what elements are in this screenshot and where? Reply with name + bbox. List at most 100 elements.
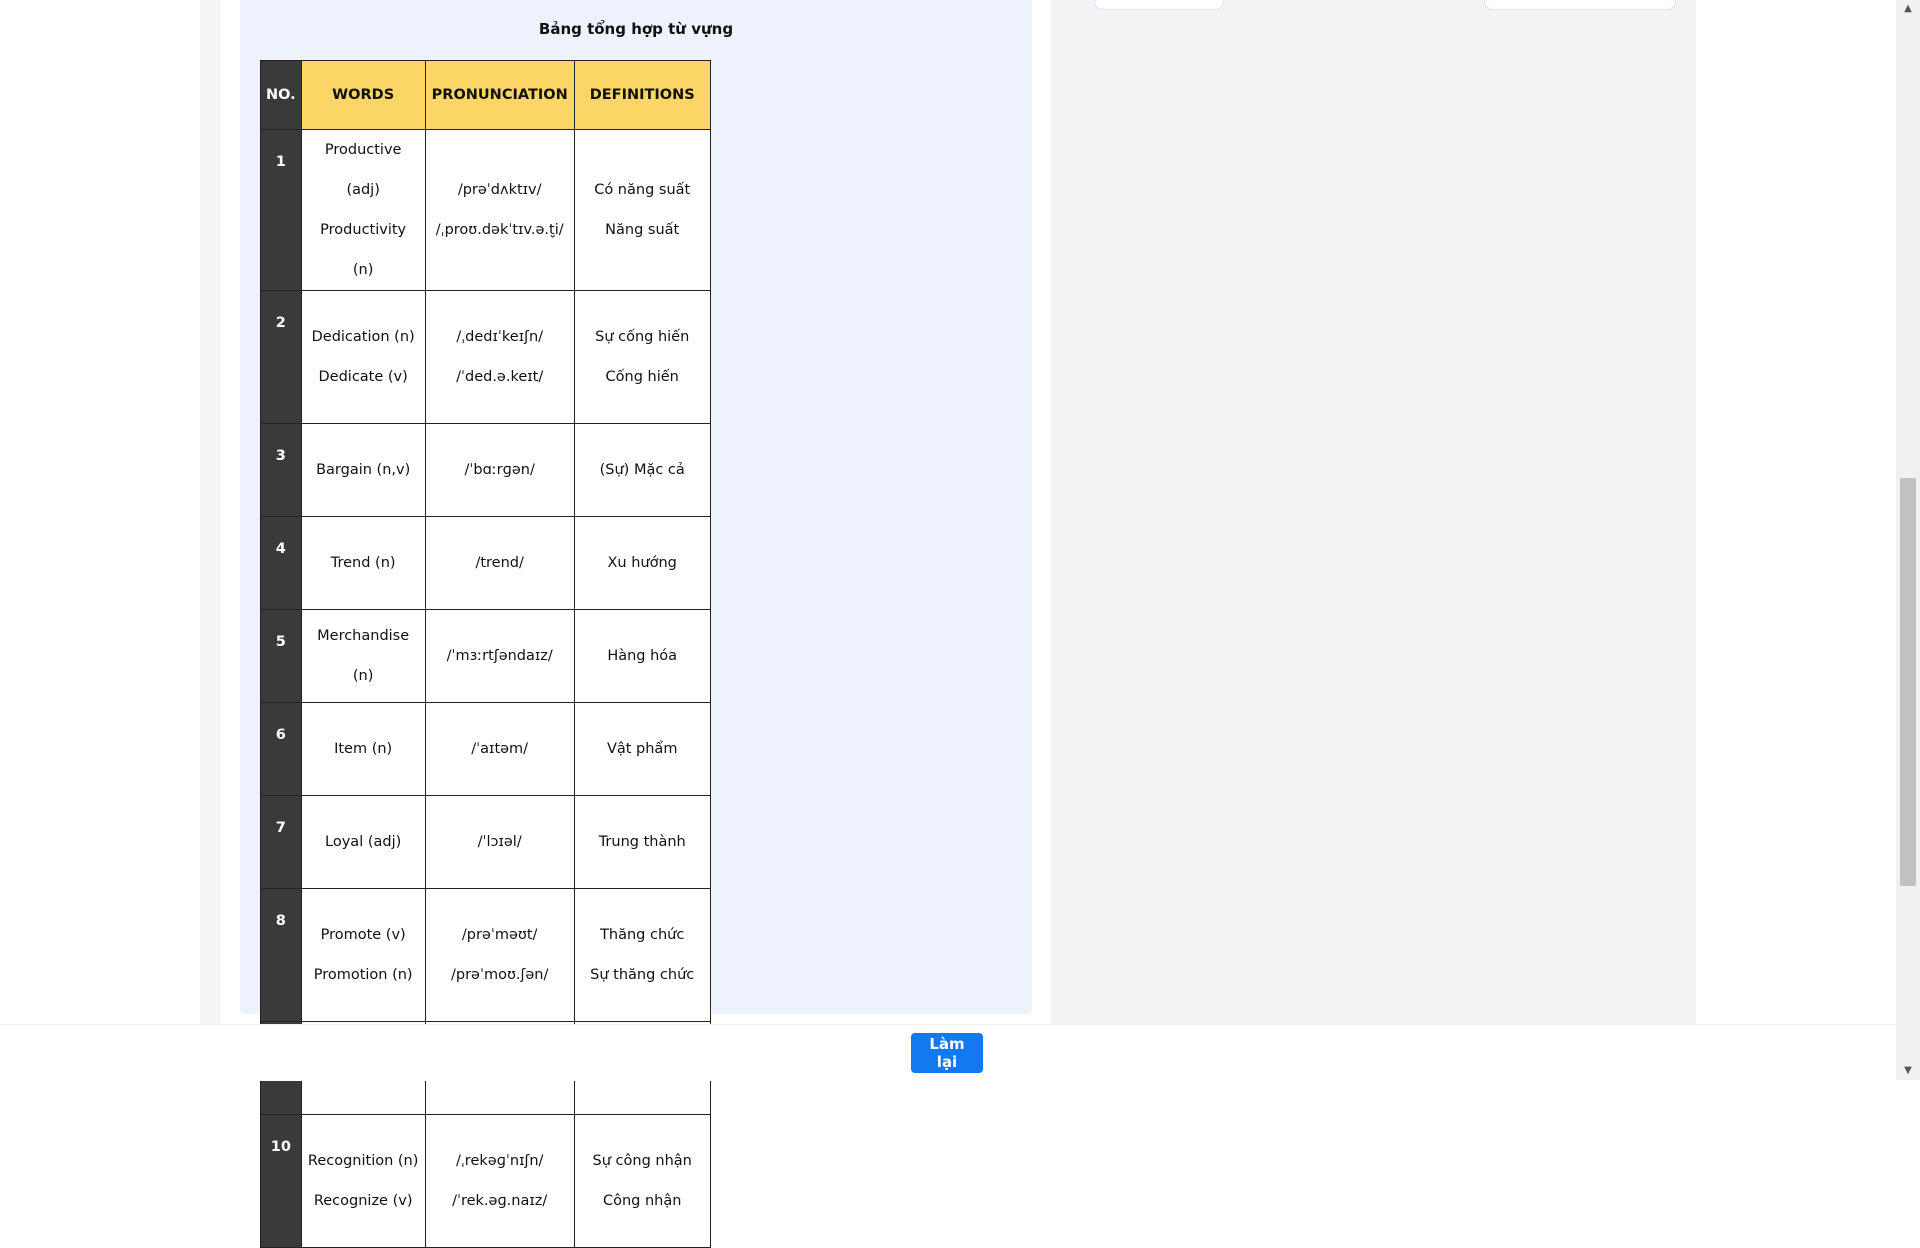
table-row: 3 Bargain (n,v) /ˈbɑːrɡən/ (Sự) Mặc cả — [260, 423, 711, 517]
definition-text: Có năng suất — [594, 182, 691, 198]
pronunciation-text: /ˈded.ə.keɪt/ — [456, 369, 544, 385]
definition-text: (Sự) Mặc cả — [599, 462, 685, 478]
word-text: Trend (n) — [330, 555, 396, 571]
definition-text: Công nhận — [602, 1193, 682, 1209]
word-text: Recognize (v) — [313, 1193, 413, 1209]
word-text: Productive (adj) — [324, 142, 402, 198]
word-text: Dedicate (v) — [318, 369, 408, 385]
pronunciation-text: /ˌproʊ.dəkˈtɪv.ə.t̬i/ — [435, 222, 564, 238]
definition-cell: Vật phẩm — [573, 702, 711, 796]
row-number: 8 — [260, 888, 302, 1022]
definition-cell: Sự công nhận Công nhận — [573, 1114, 711, 1248]
word-cell: Productive (adj) Productivity (n) — [300, 129, 426, 291]
bottom-action-bar: Làm lại — [0, 1024, 1896, 1081]
scroll-thumb[interactable] — [1900, 478, 1916, 886]
pronunciation-cell: /ˈbɑːrɡən/ — [424, 423, 575, 517]
pronunciation-cell: /ˈlɔɪəl/ — [424, 795, 575, 889]
table-title: Bảng tổng hợp từ vựng — [538, 20, 734, 38]
pronunciation-cell: /trend/ — [424, 516, 575, 610]
triangle-down-icon[interactable]: ▼ — [1896, 1062, 1920, 1080]
definition-text: Vật phẩm — [606, 741, 678, 757]
word-text: Merchandise (n) — [317, 628, 410, 684]
definition-cell: Hàng hóa — [573, 609, 711, 703]
pronunciation-cell: /prəˈməʊt/ /prəˈmoʊ.ʃən/ — [424, 888, 575, 1022]
definition-text: Sự công nhận — [592, 1153, 692, 1169]
table-row: 6 Item (n) /ˈaɪtəm/Vật phẩm — [260, 702, 711, 796]
table-header-row: NO. WORDS PRONUNCIATION DEFINITIONS — [260, 60, 711, 130]
table-row: 4 Trend (n) /trend/Xu hướng — [260, 516, 711, 610]
pronunciation-cell: /prəˈdʌktɪv/ /ˌproʊ.dəkˈtɪv.ə.t̬i/ — [424, 129, 575, 291]
definition-cell: Xu hướng — [573, 516, 711, 610]
word-text: Promote (v) — [320, 927, 406, 943]
word-text: Loyal (adj) — [325, 834, 402, 850]
word-text: Productivity (n) — [320, 222, 407, 278]
header-no: NO. — [260, 60, 302, 130]
vocabulary-panel: Bảng tổng hợp từ vựng NO. WORDS PRONUNCI… — [240, 0, 1032, 1248]
row-number: 7 — [260, 795, 302, 889]
word-cell: Bargain (n,v) — [300, 423, 426, 517]
pronunciation-cell: /ˌdedɪˈkeɪʃn/ /ˈded.ə.keɪt/ — [424, 290, 575, 424]
pronunciation-text: /ˈbɑːrɡən/ — [464, 462, 535, 478]
definition-text: Hàng hóa — [607, 648, 678, 664]
table-row: 7 Loyal (adj) /ˈlɔɪəl/Trung thành — [260, 795, 711, 889]
page-shell: Bảng tổng hợp từ vựng NO. WORDS PRONUNCI… — [200, 0, 1696, 1248]
definition-cell: Trung thành — [573, 795, 711, 889]
definition-text: Thăng chức — [600, 927, 685, 943]
table-row: 5 Merchandise (n) /ˈmɜːrtʃəndaɪz/Hàng hóa — [260, 609, 711, 703]
row-number: 3 — [260, 423, 302, 517]
triangle-up-icon[interactable]: ▲ — [1896, 0, 1920, 18]
definition-cell: Sự cống hiến Cống hiến — [573, 290, 711, 424]
definition-text: Sự cống hiến — [595, 329, 690, 345]
row-number: 1 — [260, 129, 302, 291]
pronunciation-text: /trend/ — [475, 555, 524, 571]
word-cell: Merchandise (n) — [300, 609, 426, 703]
pronunciation-cell: /ˈaɪtəm/ — [424, 702, 575, 796]
row-number: 10 — [260, 1114, 302, 1248]
side-pill-left[interactable] — [1094, 0, 1224, 10]
header-pronunciation: PRONUNCIATION — [424, 60, 575, 130]
scrollbar[interactable]: ▲ ▼ — [1896, 0, 1920, 1080]
word-cell: Dedication (n) Dedicate (v) — [300, 290, 426, 424]
content-column: Bảng tổng hợp từ vựng NO. WORDS PRONUNCI… — [221, 0, 1051, 1248]
definition-cell: (Sự) Mặc cả — [573, 423, 711, 517]
definition-text: Năng suất — [605, 222, 680, 238]
table-row: 1 Productive (adj) Productivity (n) /prəˈdʌ… — [260, 129, 711, 291]
table-row: 10 Recognition (n) Recognize (v) /ˌrekəɡˈnɪ… — [260, 1114, 711, 1248]
side-pill-right[interactable] — [1484, 0, 1676, 10]
table-row: 8 Promote (v) Promotion (n)/prəˈməʊt//prəˈ… — [260, 888, 711, 1022]
word-text: Recognition (n) — [307, 1153, 419, 1169]
definition-text: Trung thành — [598, 834, 686, 850]
word-cell: Item (n) — [300, 702, 426, 796]
definition-cell: Thăng chức Sự thăng chức — [573, 888, 711, 1022]
definition-text: Sự thăng chức — [590, 967, 695, 983]
row-number: 5 — [260, 609, 302, 703]
header-words: WORDS — [300, 60, 426, 130]
pronunciation-text: /ˌdedɪˈkeɪʃn/ — [456, 329, 544, 345]
row-number: 6 — [260, 702, 302, 796]
header-definitions: DEFINITIONS — [573, 60, 711, 130]
word-cell: Trend (n) — [300, 516, 426, 610]
pronunciation-text: /ˈrek.əɡ.naɪz/ — [452, 1193, 548, 1209]
pronunciation-cell: /ˈmɜːrtʃəndaɪz/ — [424, 609, 575, 703]
table-row: 2 Dedication (n) Dedicate (v) /ˌdedɪˈkeɪʃn/… — [260, 290, 711, 424]
definition-text: Cống hiến — [605, 369, 679, 385]
retry-button[interactable]: Làm lại — [911, 1033, 983, 1073]
word-cell: Promote (v) Promotion (n) — [300, 888, 426, 1022]
pronunciation-text: /ˈlɔɪəl/ — [477, 834, 522, 850]
word-text: Item (n) — [334, 741, 393, 757]
pronunciation-text: /ˌrekəɡˈnɪʃn/ — [455, 1153, 544, 1169]
pronunciation-text: /prəˈməʊt/ — [461, 927, 538, 943]
word-text: Promotion (n) — [313, 967, 413, 983]
pronunciation-text: /ˈaɪtəm/ — [471, 741, 529, 757]
pronunciation-text: /ˈmɜːrtʃəndaɪz/ — [446, 648, 553, 664]
definition-cell: Có năng suất Năng suất — [573, 129, 711, 291]
word-cell: Recognition (n) Recognize (v) — [300, 1114, 426, 1248]
pronunciation-cell: /ˌrekəɡˈnɪʃn/ /ˈrek.əɡ.naɪz/ — [424, 1114, 575, 1248]
word-cell: Loyal (adj) — [300, 795, 426, 889]
word-text: Dedication (n) — [311, 329, 415, 345]
row-number: 2 — [260, 290, 302, 424]
word-text: Bargain (n,v) — [316, 462, 411, 478]
definition-text: Xu hướng — [607, 555, 677, 571]
side-panel — [1052, 0, 1696, 1024]
pronunciation-text: /prəˈmoʊ.ʃən/ — [450, 967, 549, 983]
